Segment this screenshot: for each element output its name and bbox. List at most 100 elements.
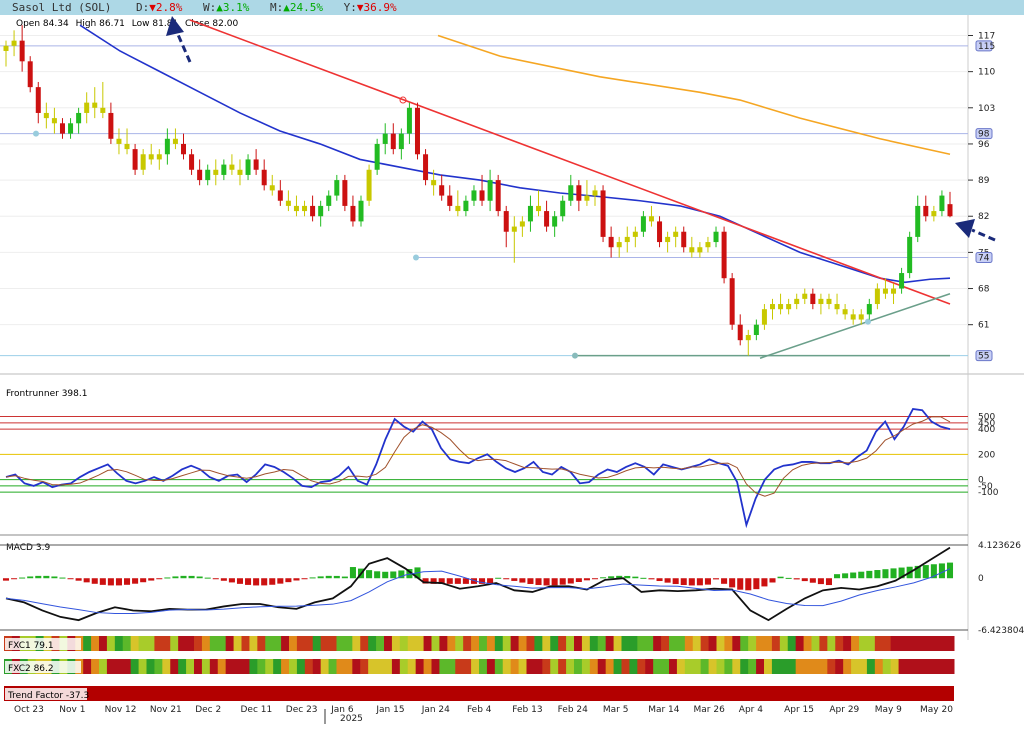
heat-cell [241,659,250,674]
candle [116,128,122,155]
candle [648,205,654,227]
high-value: 86.71 [99,19,125,29]
candle [737,314,743,346]
macd-histogram-bar [777,576,784,579]
macd-histogram-bar [285,578,292,583]
heat-cell [471,659,480,674]
macd-histogram-bar [333,575,340,579]
candle-body [536,205,542,212]
candle-body [794,298,800,305]
candle [471,185,477,206]
candle [931,205,937,222]
heat-cell [296,636,306,651]
heat-cell [146,659,155,674]
heat-cell [518,659,527,674]
heat-cell [890,659,900,674]
y-tick-label: 96 [978,140,990,150]
heat-cell [360,659,369,674]
candle-body [600,190,606,237]
candle [334,174,340,201]
candle-body [713,231,719,243]
heat-cell [803,659,812,674]
macd-histogram-bar [834,574,841,579]
heat-cell [249,659,258,674]
candle-body [673,231,679,237]
heat-cell [399,659,409,674]
support-anchor [865,318,871,325]
heat-cell [748,636,757,651]
fxc2-label: FXC2 86.2 [8,664,54,674]
heat-cell [154,636,163,651]
candle [423,149,429,186]
candle [43,102,49,129]
heat-cell [273,636,282,651]
frontrunner-tick-label: 400 [978,425,995,435]
heat-cell [399,636,409,651]
heat-cell [479,636,488,651]
heat-cell [99,659,108,674]
candle-body [406,107,412,134]
macd-histogram-bar [293,578,300,581]
candle-body [221,164,227,175]
candle [181,133,187,160]
candle-body [108,112,114,139]
candle [907,231,913,279]
macd-histogram-bar [858,571,865,579]
heat-cell [502,659,512,674]
heat-cell [676,636,686,651]
macd-histogram-bar [67,578,74,580]
low-label: Low [132,19,150,29]
macd-histogram-bar [325,575,332,579]
stock-chart[interactable]: Open 84.34 High 86.71 Low 81.81 Close 82… [0,15,1024,735]
heat-cell [708,659,717,674]
candle [342,174,348,212]
heat-cell [827,636,836,651]
candle [205,164,211,186]
yearly-label: Y: [343,1,357,14]
heat-cell [811,659,820,674]
candle-body [245,159,251,175]
candle [132,143,138,175]
heat-cell [439,659,448,674]
macd-histogram-bar [688,578,695,586]
candle [27,56,33,93]
heat-cell [613,636,622,651]
macd-histogram-bar [446,578,453,584]
heat-cell [194,636,203,651]
heat-cell [368,636,377,651]
macd-histogram-bar [503,578,510,580]
heat-cell [835,659,844,674]
heat-cell [621,659,630,674]
candle [576,180,582,212]
macd-histogram-bar [19,577,26,579]
heat-cell [653,636,662,651]
candle [834,293,840,315]
candle-body [19,40,25,62]
candle-body [181,143,187,155]
heat-cell [779,659,789,674]
candle-body [487,180,493,201]
macd-histogram-bar [269,578,276,585]
candle [76,107,82,134]
candle-body [76,112,82,124]
heat-cell [874,659,884,674]
macd-histogram-bar [769,578,776,583]
macd-histogram-bar [172,576,179,579]
candle-body [681,231,687,248]
candle-body [519,221,525,227]
macd-histogram-bar [196,576,203,579]
candle [245,154,251,181]
heat-cell [455,659,464,674]
heat-cell [716,636,725,651]
candle-body [931,211,937,217]
heat-cell [866,659,876,674]
candle-body [866,304,872,315]
macd-histogram-bar [511,578,518,581]
candle [874,283,880,310]
macd-histogram-bar [575,578,582,582]
heat-cell [91,659,100,674]
candle-body [293,205,299,212]
heat-cell [479,659,488,674]
heat-cell [336,636,345,651]
candle-body [350,205,356,222]
